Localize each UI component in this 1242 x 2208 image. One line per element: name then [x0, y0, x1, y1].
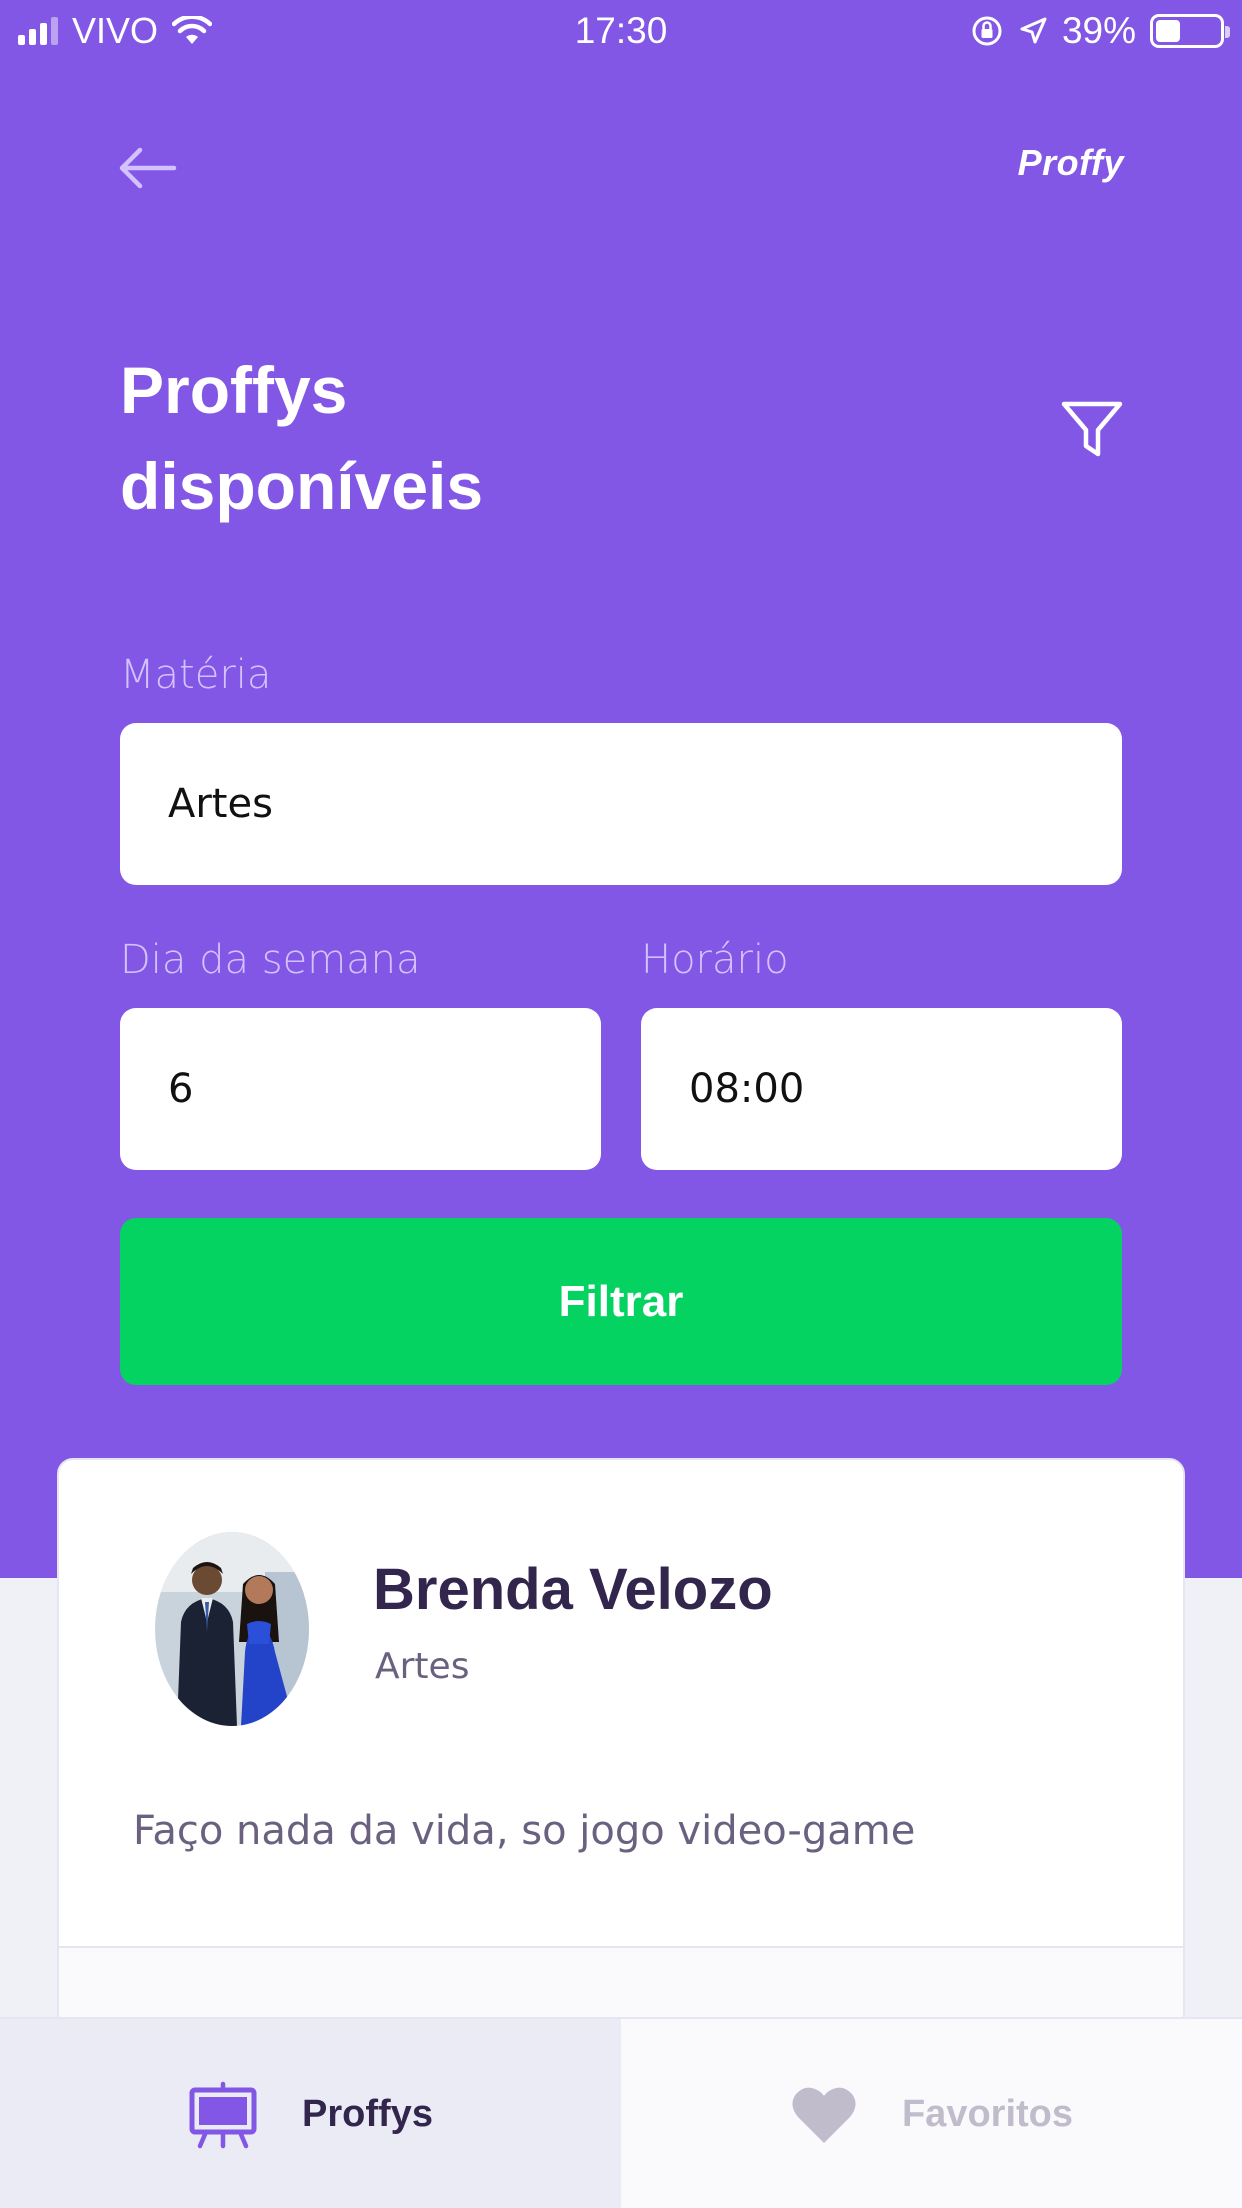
battery-icon [1150, 14, 1230, 48]
teacher-bio: Faço nada da vida, so jogo video-game [133, 1808, 916, 1854]
heart-icon [792, 2087, 856, 2143]
teacher-avatar [155, 1532, 309, 1726]
time-input[interactable]: 08:00 [641, 1008, 1122, 1170]
proffy-logo: Proffy [1017, 142, 1124, 183]
page-title: Proffys disponíveis [120, 342, 720, 534]
time-label: Horário [641, 937, 789, 983]
status-bar: VIVO 17:30 39% [0, 0, 1242, 62]
tab-proffys-label: Proffys [302, 2093, 433, 2135]
location-arrow-icon [1020, 17, 1047, 44]
filter-submit-button[interactable]: Filtrar [120, 1218, 1122, 1385]
page-title-line-2: disponíveis [120, 449, 484, 523]
status-bar-right: 39% [970, 10, 1230, 52]
tab-favoritos[interactable]: Favoritos [621, 2019, 1242, 2208]
tab-proffys[interactable]: Proffys [0, 2019, 621, 2208]
teacher-subject: Artes [375, 1646, 470, 1687]
filter-icon[interactable] [1060, 400, 1124, 460]
orientation-lock-icon [972, 16, 1002, 46]
teacher-name: Brenda Velozo [373, 1557, 773, 1622]
easel-icon [189, 2081, 257, 2148]
battery-level [1156, 20, 1181, 42]
subject-label: Matéria [120, 652, 272, 698]
weekday-label: Dia da semana [120, 937, 421, 983]
page-title-line-1: Proffys [120, 353, 348, 427]
back-arrow-icon[interactable] [116, 138, 178, 198]
battery-percentage: 39% [1061, 10, 1136, 51]
weekday-input[interactable]: 6 [120, 1008, 601, 1170]
bottom-tab-bar: Proffys Favoritos [0, 2017, 1242, 2208]
subject-input[interactable]: Artes [120, 723, 1122, 885]
tab-favoritos-label: Favoritos [901, 2093, 1074, 2135]
